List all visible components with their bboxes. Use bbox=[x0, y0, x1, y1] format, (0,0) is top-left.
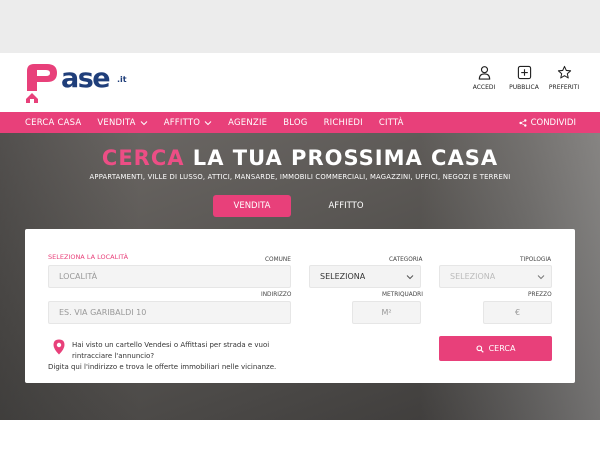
comune-label: COMUNE bbox=[265, 257, 291, 263]
metriquadri-input[interactable]: M² bbox=[352, 301, 421, 324]
chevron-down-icon bbox=[140, 120, 148, 125]
chevron-down-icon bbox=[406, 275, 414, 280]
logo-house-mark bbox=[26, 64, 57, 103]
hero-title-accent: CERCA bbox=[101, 146, 185, 170]
login-label: ACCEDI bbox=[472, 84, 496, 91]
indirizzo-label: INDIRIZZO bbox=[261, 292, 292, 298]
search-button-label: CERCA bbox=[488, 344, 516, 353]
prezzo-input[interactable]: € bbox=[483, 301, 552, 324]
main-nav: CERCA CASA VENDITA AFFITTO AGENZIE BLOG … bbox=[0, 112, 600, 133]
hero-title-rest: LA TUA PROSSIMA CASA bbox=[184, 146, 499, 170]
hero-section: CERCA LA TUA PROSSIMA CASA APPARTAMENTI,… bbox=[0, 133, 600, 420]
nav-item-richiedi[interactable]: RICHIEDI bbox=[316, 118, 371, 128]
logo-tld: .it bbox=[117, 75, 127, 84]
share-button[interactable]: CONDIVIDI bbox=[518, 112, 576, 133]
nav-item-label: AFFITTO bbox=[163, 117, 201, 128]
indirizzo-input[interactable]: ES. VIA GARIBALDI 10 bbox=[48, 301, 291, 324]
nav-item-blog[interactable]: BLOG bbox=[275, 118, 315, 128]
tab-vendita[interactable]: VENDITA bbox=[213, 195, 291, 217]
hero-tabs: VENDITA AFFITTO bbox=[213, 195, 401, 217]
tipologia-select-value: SELEZIONA bbox=[450, 272, 496, 281]
share-label: CONDIVIDI bbox=[530, 117, 576, 128]
search-form-card: SELEZIONA LA LOCALITÀ COMUNE CATEGORIA T… bbox=[25, 229, 575, 383]
categoria-select-value: SELEZIONA bbox=[320, 272, 366, 281]
chevron-down-icon bbox=[204, 120, 212, 125]
categoria-label: CATEGORIA bbox=[389, 257, 423, 263]
location-heading: SELEZIONA LA LOCALITÀ bbox=[48, 253, 129, 261]
info-line-1: Hai visto un cartello Vendesi o Affittas… bbox=[72, 341, 270, 349]
star-icon bbox=[557, 65, 571, 79]
categoria-select[interactable]: SELEZIONA bbox=[309, 265, 421, 288]
tipologia-label: TIPOLOGIA bbox=[520, 257, 552, 263]
info-line-2: rintracciare l'annuncio? bbox=[72, 352, 155, 360]
metriquadri-label: METRIQUADRI bbox=[382, 292, 423, 298]
info-line-3: Digita qui l'indirizzo e trova le offert… bbox=[48, 363, 277, 371]
nav-item-cerca-casa[interactable]: CERCA CASA bbox=[0, 118, 89, 128]
publish-action[interactable]: PUBBLICA bbox=[509, 65, 539, 91]
nav-item-label: BLOG bbox=[283, 117, 308, 128]
header-actions: ACCEDI PUBBLICA PREFERITI bbox=[470, 65, 580, 91]
plus-square-icon bbox=[517, 65, 531, 80]
chevron-down-icon bbox=[537, 275, 545, 280]
hero-title: CERCA LA TUA PROSSIMA CASA bbox=[0, 146, 600, 170]
nav-item-agenzie[interactable]: AGENZIE bbox=[220, 118, 275, 128]
nav-item-label: AGENZIE bbox=[228, 117, 268, 128]
favorites-label: PREFERITI bbox=[548, 84, 580, 91]
top-gray-strip bbox=[0, 0, 600, 53]
share-icon bbox=[518, 118, 527, 127]
map-pin-icon bbox=[53, 339, 65, 355]
nav-item-label: CERCA CASA bbox=[25, 117, 82, 128]
user-icon bbox=[478, 66, 490, 80]
publish-label: PUBBLICA bbox=[509, 84, 539, 91]
site-header: ase .it ACCEDI PUBBLICA PREFERITI bbox=[0, 53, 600, 112]
login-action[interactable]: ACCEDI bbox=[470, 65, 498, 91]
site-logo[interactable]: ase .it bbox=[25, 61, 135, 103]
nav-item-label: CITTÀ bbox=[378, 117, 404, 128]
search-button[interactable]: CERCA bbox=[439, 336, 552, 361]
hero-subtitle: APPARTAMENTI, VILLE DI LUSSO, ATTICI, MA… bbox=[89, 173, 511, 181]
search-icon bbox=[476, 344, 484, 353]
tipologia-select[interactable]: SELEZIONA bbox=[439, 265, 552, 288]
logo-wordmark: ase bbox=[61, 63, 111, 94]
nav-item-vendita[interactable]: VENDITA bbox=[89, 118, 155, 128]
nav-item-affitto[interactable]: AFFITTO bbox=[156, 118, 220, 128]
prezzo-label: PREZZO bbox=[528, 292, 552, 298]
comune-input[interactable]: LOCALITÀ bbox=[48, 265, 291, 288]
nav-item-label: RICHIEDI bbox=[323, 117, 363, 128]
favorites-action[interactable]: PREFERITI bbox=[548, 65, 580, 91]
nav-item-citta[interactable]: CITTÀ bbox=[371, 118, 412, 128]
nav-item-label: VENDITA bbox=[97, 117, 136, 128]
tab-affitto[interactable]: AFFITTO bbox=[291, 195, 401, 217]
